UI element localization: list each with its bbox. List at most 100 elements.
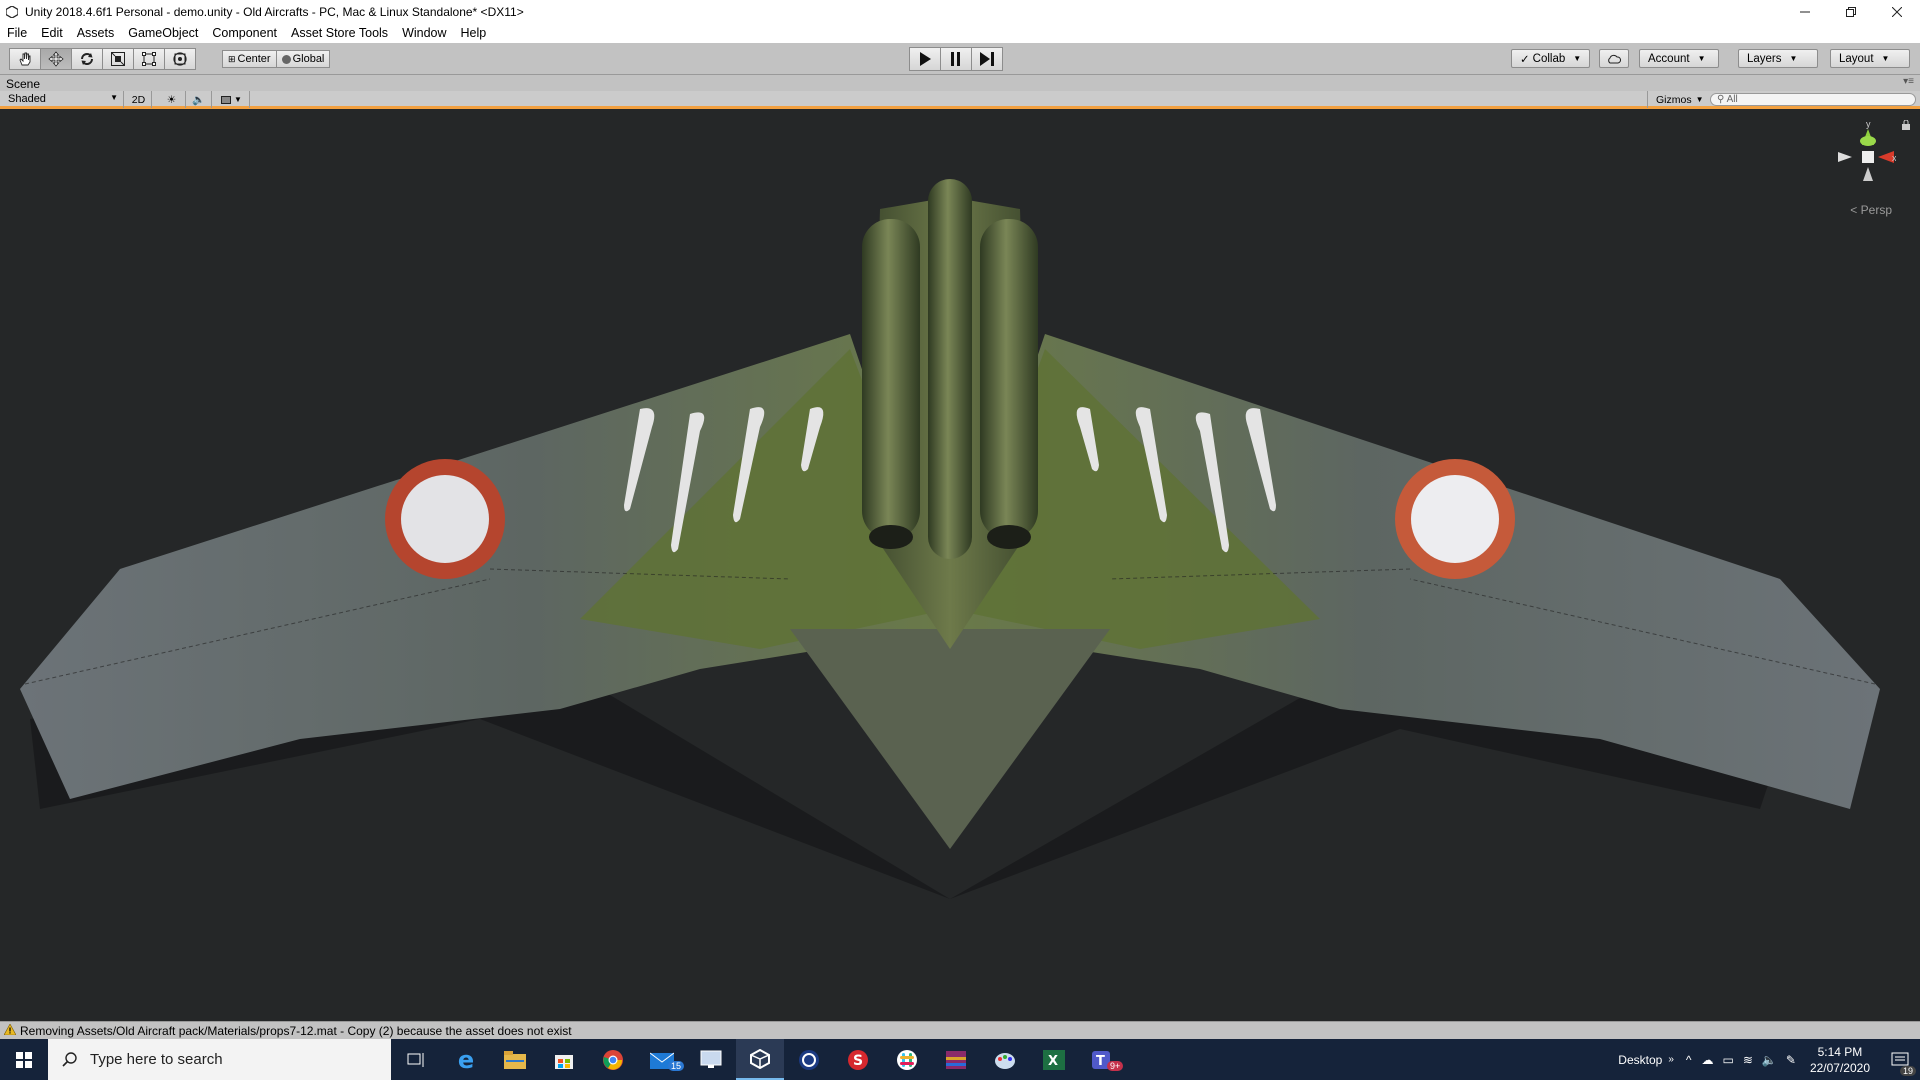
- menu-component[interactable]: Component: [205, 26, 284, 40]
- lighting-toggle[interactable]: ☀: [158, 91, 186, 108]
- main-toolbar: ⊞ Center Global ✓ Collab ▼ Account ▼ Lay…: [0, 43, 1920, 75]
- layout-label: Layout: [1839, 52, 1874, 65]
- wifi-icon[interactable]: ≋: [1743, 1053, 1753, 1067]
- search-icon: [62, 1051, 77, 1067]
- projection-text: Persp: [1860, 203, 1892, 217]
- minimize-button[interactable]: [1782, 0, 1828, 23]
- onedrive-icon[interactable]: ☁: [1702, 1053, 1714, 1067]
- scale-icon: [111, 52, 125, 66]
- chevron-down-icon: ▼: [1697, 54, 1706, 63]
- globe-icon: [281, 54, 291, 64]
- transform-tool-button[interactable]: [164, 48, 196, 70]
- audio-toggle[interactable]: 🔈: [186, 91, 212, 108]
- cinema4d-icon[interactable]: [785, 1039, 833, 1080]
- pivot-space-button[interactable]: Global: [275, 50, 331, 68]
- menu-window[interactable]: Window: [395, 26, 453, 40]
- scale-tool-button[interactable]: [102, 48, 134, 70]
- status-bar[interactable]: Removing Assets/Old Aircraft pack/Materi…: [0, 1021, 1920, 1039]
- teams-icon[interactable]: T 9+: [1079, 1039, 1127, 1080]
- move-tool-button[interactable]: [40, 48, 72, 70]
- volume-icon[interactable]: 🔈: [1762, 1053, 1777, 1067]
- chevron-down-icon: ▼: [234, 95, 242, 104]
- pivot-mode-label: Center: [237, 53, 271, 65]
- chevron-double-right-icon[interactable]: »: [1668, 1054, 1674, 1065]
- paint-icon[interactable]: [981, 1039, 1029, 1080]
- task-view-icon[interactable]: [392, 1039, 440, 1080]
- clock-date: 22/07/2020: [1809, 1060, 1870, 1075]
- scene-viewport[interactable]: y x < Persp: [0, 109, 1920, 1021]
- menu-help[interactable]: Help: [454, 26, 494, 40]
- step-button[interactable]: [971, 47, 1003, 71]
- gizmo-y-label: y: [1866, 119, 1871, 129]
- slack-icon[interactable]: [883, 1039, 931, 1080]
- restore-button[interactable]: [1828, 0, 1874, 23]
- rect-tool-button[interactable]: [133, 48, 165, 70]
- chrome-icon[interactable]: [589, 1039, 637, 1080]
- account-dropdown[interactable]: Account ▼: [1639, 49, 1719, 68]
- notification-center-button[interactable]: 19: [1880, 1039, 1920, 1080]
- center-fuselage: [928, 179, 972, 559]
- chevron-up-icon[interactable]: ^: [1686, 1053, 1692, 1067]
- battery-icon[interactable]: ▭: [1723, 1053, 1734, 1067]
- menu-bar: File Edit Assets GameObject Component As…: [0, 23, 1920, 43]
- clock-time: 5:14 PM: [1817, 1044, 1863, 1059]
- winrar-icon[interactable]: [932, 1039, 980, 1080]
- aircraft-model[interactable]: [0, 109, 1920, 1021]
- play-button[interactable]: [909, 47, 941, 71]
- unity-icon[interactable]: [736, 1039, 784, 1080]
- clock[interactable]: 5:14 PM 22/07/2020: [1810, 1044, 1870, 1076]
- windows-taskbar: Type here to search e 15 S X T 9+ Deskto…: [0, 1039, 1920, 1080]
- search-icon: ⚲: [1717, 94, 1725, 105]
- edge-icon[interactable]: e: [442, 1039, 490, 1080]
- substance-icon[interactable]: S: [834, 1039, 882, 1080]
- remote-desktop-icon[interactable]: [687, 1039, 735, 1080]
- file-explorer-icon[interactable]: [491, 1039, 539, 1080]
- toggle-2d-button[interactable]: 2D: [126, 91, 152, 108]
- menu-file[interactable]: File: [0, 26, 34, 40]
- cloud-button[interactable]: [1599, 49, 1629, 68]
- store-icon[interactable]: [540, 1039, 588, 1080]
- speaker-icon: 🔈: [191, 94, 206, 106]
- windows-logo-icon: [16, 1051, 32, 1068]
- gizmos-dropdown[interactable]: Gizmos ▼: [1647, 91, 1704, 108]
- rotate-tool-button[interactable]: [71, 48, 103, 70]
- menu-gameobject[interactable]: GameObject: [121, 26, 205, 40]
- left-engine-pod: [862, 219, 920, 539]
- tab-menu-icon[interactable]: ▾≡: [1903, 76, 1914, 87]
- mail-icon[interactable]: 15: [638, 1039, 686, 1080]
- search-placeholder: All: [1726, 94, 1738, 105]
- collab-button[interactable]: ✓ Collab ▼: [1511, 49, 1591, 68]
- menu-edit[interactable]: Edit: [34, 26, 70, 40]
- teams-badge: 9+: [1107, 1061, 1124, 1071]
- collab-label: Collab: [1532, 52, 1566, 65]
- svg-text:T: T: [1096, 1054, 1105, 1069]
- excel-icon[interactable]: X: [1030, 1039, 1078, 1080]
- start-button[interactable]: [0, 1039, 48, 1080]
- title-bar: Unity 2018.4.6f1 Personal - demo.unity -…: [0, 0, 1920, 23]
- chevron-down-icon: ▼: [110, 93, 118, 102]
- projection-label[interactable]: < Persp: [1850, 203, 1892, 217]
- layers-dropdown[interactable]: Layers ▼: [1738, 49, 1818, 68]
- tab-scene[interactable]: Scene: [6, 77, 40, 91]
- menu-asset-store-tools[interactable]: Asset Store Tools: [284, 26, 395, 40]
- effects-dropdown[interactable]: ▼: [214, 91, 250, 108]
- unity-logo-icon: [4, 4, 20, 20]
- menu-assets[interactable]: Assets: [70, 26, 122, 40]
- pause-button[interactable]: [940, 47, 972, 71]
- toggle-2d-label: 2D: [131, 93, 146, 106]
- draw-mode-dropdown[interactable]: Shaded ▼: [0, 91, 124, 108]
- pen-icon[interactable]: ✎: [1786, 1053, 1796, 1067]
- system-tray: Desktop » ^ ☁ ▭ ≋ 🔈 ✎ 5:14 PM 22/07/2020…: [1618, 1039, 1920, 1080]
- close-button[interactable]: [1874, 0, 1920, 23]
- scene-search-input[interactable]: ⚲ All: [1710, 93, 1916, 106]
- taskbar-search-input[interactable]: Type here to search: [48, 1039, 391, 1080]
- rect-transform-icon: [142, 52, 156, 66]
- taskbar-search-placeholder: Type here to search: [90, 1051, 223, 1068]
- desktop-toolbar-label[interactable]: Desktop: [1618, 1053, 1662, 1067]
- chevron-left-icon: <: [1850, 203, 1858, 217]
- layout-dropdown[interactable]: Layout ▼: [1830, 49, 1910, 68]
- orientation-gizmo[interactable]: y x: [1826, 119, 1897, 199]
- pivot-mode-button[interactable]: ⊞ Center: [222, 50, 277, 68]
- hand-tool-button[interactable]: [9, 48, 41, 70]
- lock-icon[interactable]: [1902, 119, 1910, 130]
